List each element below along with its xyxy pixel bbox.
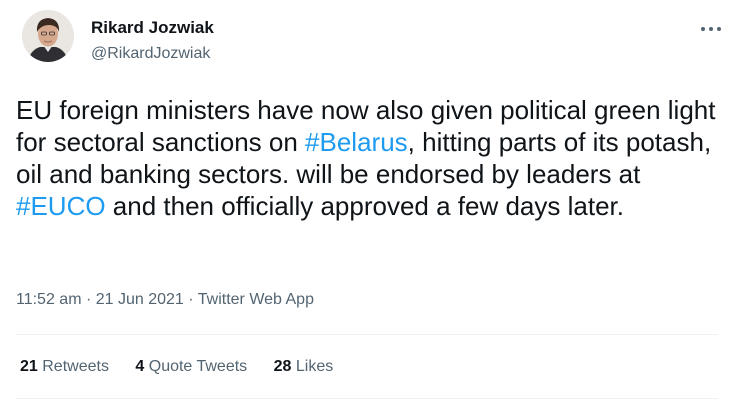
avatar[interactable] [22,10,74,62]
meta-separator: · [81,291,96,308]
hashtag-link-euco[interactable]: #EUCO [16,191,106,221]
tweet-time[interactable]: 11:52 am [16,291,82,308]
retweets-count: 21 [20,358,38,375]
tweet-card: Rikard Jozwiak @RikardJozwiak EU foreign… [0,0,737,400]
retweets-label: Retweets [37,358,109,375]
tweet-metadata: 11:52 am · 21 Jun 2021 · Twitter Web App [16,289,314,311]
quote-tweets-count: 4 [135,358,145,375]
more-horizontal-icon [701,27,721,31]
likes-label: Likes [291,358,334,375]
hashtag-link-belarus[interactable]: #Belarus [305,127,408,157]
divider [16,334,718,335]
retweets-stat[interactable]: 21 Retweets [20,356,109,378]
quote-tweets-stat[interactable]: 4 Quote Tweets [135,356,247,378]
more-options-icon[interactable] [694,20,728,40]
author-handle[interactable]: @RikardJozwiak [91,43,210,65]
author-name[interactable]: Rikard Jozwiak [91,17,214,39]
divider [16,398,718,399]
tweet-date[interactable]: 21 Jun 2021 [96,291,184,308]
meta-separator: · [183,291,198,308]
quote-tweets-label: Quote Tweets [144,358,248,375]
tweet-text-segment: and then officially approved a few days … [105,191,624,221]
likes-stat[interactable]: 28 Likes [274,356,334,378]
tweet-source[interactable]: Twitter Web App [198,291,314,308]
tweet-text: EU foreign ministers have now also given… [16,94,716,222]
engagement-stats: 21 Retweets 4 Quote Tweets 28 Likes [20,356,355,378]
likes-count: 28 [273,358,292,375]
avatar-image [22,10,74,62]
